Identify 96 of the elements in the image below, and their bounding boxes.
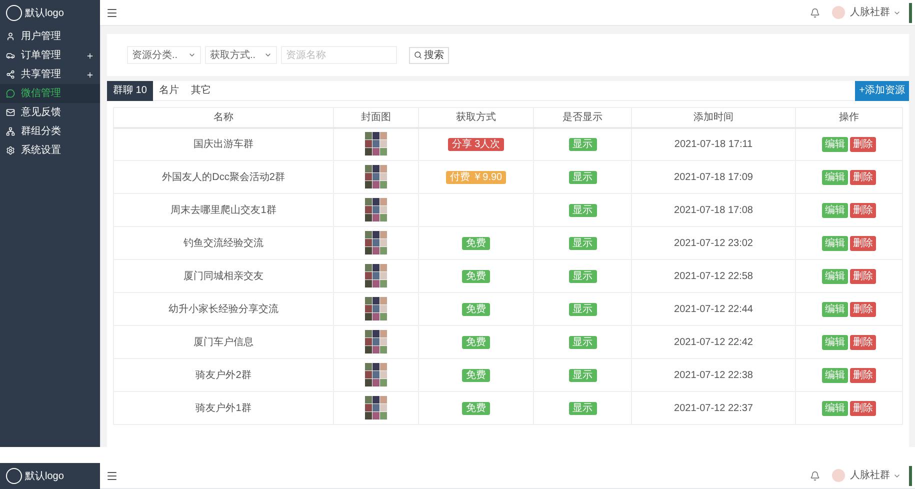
- visibility-tag: 显示: [568, 302, 596, 316]
- search-button[interactable]: 搜索: [409, 46, 449, 64]
- sidebar-item[interactable]: 群组分类: [0, 122, 100, 141]
- table-cell: 2021-07-18 17:09: [632, 160, 796, 194]
- delete-button[interactable]: 删除: [850, 334, 876, 350]
- table-cell: 骑友户外2群: [114, 358, 334, 392]
- visibility-tag: 显示: [568, 170, 596, 184]
- visibility-tag: 显示: [568, 402, 596, 414]
- chat-icon: [6, 89, 15, 98]
- table-cell: 2021-07-12 23:02: [632, 226, 796, 260]
- table-cell: 2021-07-18 17:08: [632, 194, 796, 226]
- table-cell: 2021-07-18 17:11: [632, 128, 796, 160]
- sidebar-item[interactable]: 订单管理: [0, 46, 100, 65]
- visibility-tag: 显示: [568, 336, 596, 348]
- edit-button[interactable]: 编辑: [822, 334, 848, 350]
- delete-button[interactable]: 删除: [850, 368, 876, 382]
- edit-button[interactable]: 编辑: [822, 368, 848, 382]
- bell-icon[interactable]: [810, 8, 820, 18]
- edit-button[interactable]: 编辑: [822, 400, 848, 416]
- edit-button[interactable]: 编辑: [822, 302, 848, 316]
- sidebar-item[interactable]: 意见反馈: [0, 103, 100, 122]
- delete-button[interactable]: 删除: [850, 302, 876, 316]
- table-cell: 2021-07-12 22:44: [632, 292, 796, 326]
- mail-icon: [6, 108, 15, 117]
- share-icon: [6, 70, 15, 79]
- caret-icon: [264, 51, 272, 59]
- user-icon: [6, 32, 15, 41]
- table-cell: 骑友户外1群: [114, 392, 334, 424]
- edit-button[interactable]: 编辑: [822, 202, 848, 218]
- delete-button[interactable]: 删除: [850, 202, 876, 218]
- edit-button[interactable]: 编辑: [822, 136, 848, 152]
- logo-icon: [6, 5, 22, 21]
- column-header: 封面图: [334, 108, 418, 128]
- hierarchy-icon: [6, 127, 15, 136]
- delete-button[interactable]: 删除: [850, 170, 876, 184]
- user-menu[interactable]: 人脉社群: [850, 5, 890, 20]
- edit-button[interactable]: 编辑: [822, 236, 848, 250]
- method-tag: 免费: [462, 270, 490, 282]
- edge-bar: [909, 466, 912, 486]
- delete-button[interactable]: 删除: [850, 136, 876, 152]
- method-select[interactable]: 获取方式..: [205, 46, 277, 64]
- table-cell: 2021-07-12 22:42: [632, 326, 796, 358]
- method-tag: 免费: [462, 236, 490, 250]
- search-field[interactable]: 资源名称: [281, 46, 397, 64]
- method-tag: 免费: [462, 368, 490, 382]
- visibility-tag: 显示: [568, 204, 596, 216]
- bell-icon[interactable]: [810, 470, 820, 480]
- sidebar-item[interactable]: 微信管理: [0, 84, 100, 103]
- table-cell: 厦门同城相亲交友: [114, 260, 334, 292]
- column-header: 名称: [114, 108, 334, 128]
- edge-bar: [909, 2, 912, 22]
- table-cell: 周末去哪里爬山交友1群: [114, 194, 334, 226]
- table-cell: 2021-07-12 22:37: [632, 392, 796, 424]
- table-cell: 幼升小家长经验分享交流: [114, 292, 334, 326]
- column-header: 添加时间: [632, 108, 796, 128]
- visibility-tag: 显示: [568, 236, 596, 250]
- table-cell: 国庆出游车群: [114, 128, 334, 160]
- search-icon: [414, 51, 422, 59]
- menu-icon[interactable]: [106, 470, 118, 482]
- visibility-tag: 显示: [568, 368, 596, 382]
- table-cell: 钓鱼交流经验交流: [114, 226, 334, 260]
- method-tag: 免费: [462, 402, 490, 414]
- tab[interactable]: 其它: [184, 80, 217, 100]
- brand-name: 默认logo: [25, 6, 64, 20]
- delete-button[interactable]: 删除: [850, 268, 876, 284]
- tab[interactable]: 名片: [152, 80, 185, 100]
- table-cell: 2021-07-12 22:38: [632, 358, 796, 392]
- column-header: 获取方式: [418, 108, 534, 128]
- delete-button[interactable]: 删除: [850, 400, 876, 416]
- table-cell: 厦门车户信息: [114, 326, 334, 358]
- edit-button[interactable]: 编辑: [822, 170, 848, 184]
- delete-button[interactable]: 删除: [850, 236, 876, 250]
- menu-icon[interactable]: [106, 6, 118, 18]
- column-header: 是否显示: [534, 108, 632, 128]
- category-select[interactable]: 资源分类..: [127, 46, 201, 64]
- logo-icon: [6, 468, 22, 484]
- settings-icon: [6, 146, 15, 155]
- table-cell: 2021-07-12 22:58: [632, 260, 796, 292]
- column-header: 操作: [796, 108, 902, 128]
- caret-icon: [188, 51, 196, 59]
- user-menu[interactable]: 人脉社群: [850, 468, 890, 483]
- method-tag: 分享 3人次: [448, 138, 504, 151]
- tab[interactable]: 群聊 10: [107, 80, 153, 100]
- sidebar-item[interactable]: 系统设置: [0, 141, 100, 160]
- visibility-tag: 显示: [568, 138, 596, 151]
- edit-button[interactable]: 编辑: [822, 268, 848, 284]
- sidebar-item[interactable]: 共享管理: [0, 65, 100, 84]
- method-tag: 免费: [462, 302, 490, 316]
- method-tag: 免费: [462, 336, 490, 348]
- table-cell: 外国友人的Dcc聚会活动2群: [114, 160, 334, 194]
- sidebar-item[interactable]: 用户管理: [0, 27, 100, 46]
- method-tag: 付费 ￥9.90: [446, 170, 506, 184]
- visibility-tag: 显示: [568, 270, 596, 282]
- add-button[interactable]: +添加资源: [855, 80, 909, 100]
- brand-name: 默认logo: [25, 470, 64, 484]
- car-icon: [6, 51, 15, 60]
